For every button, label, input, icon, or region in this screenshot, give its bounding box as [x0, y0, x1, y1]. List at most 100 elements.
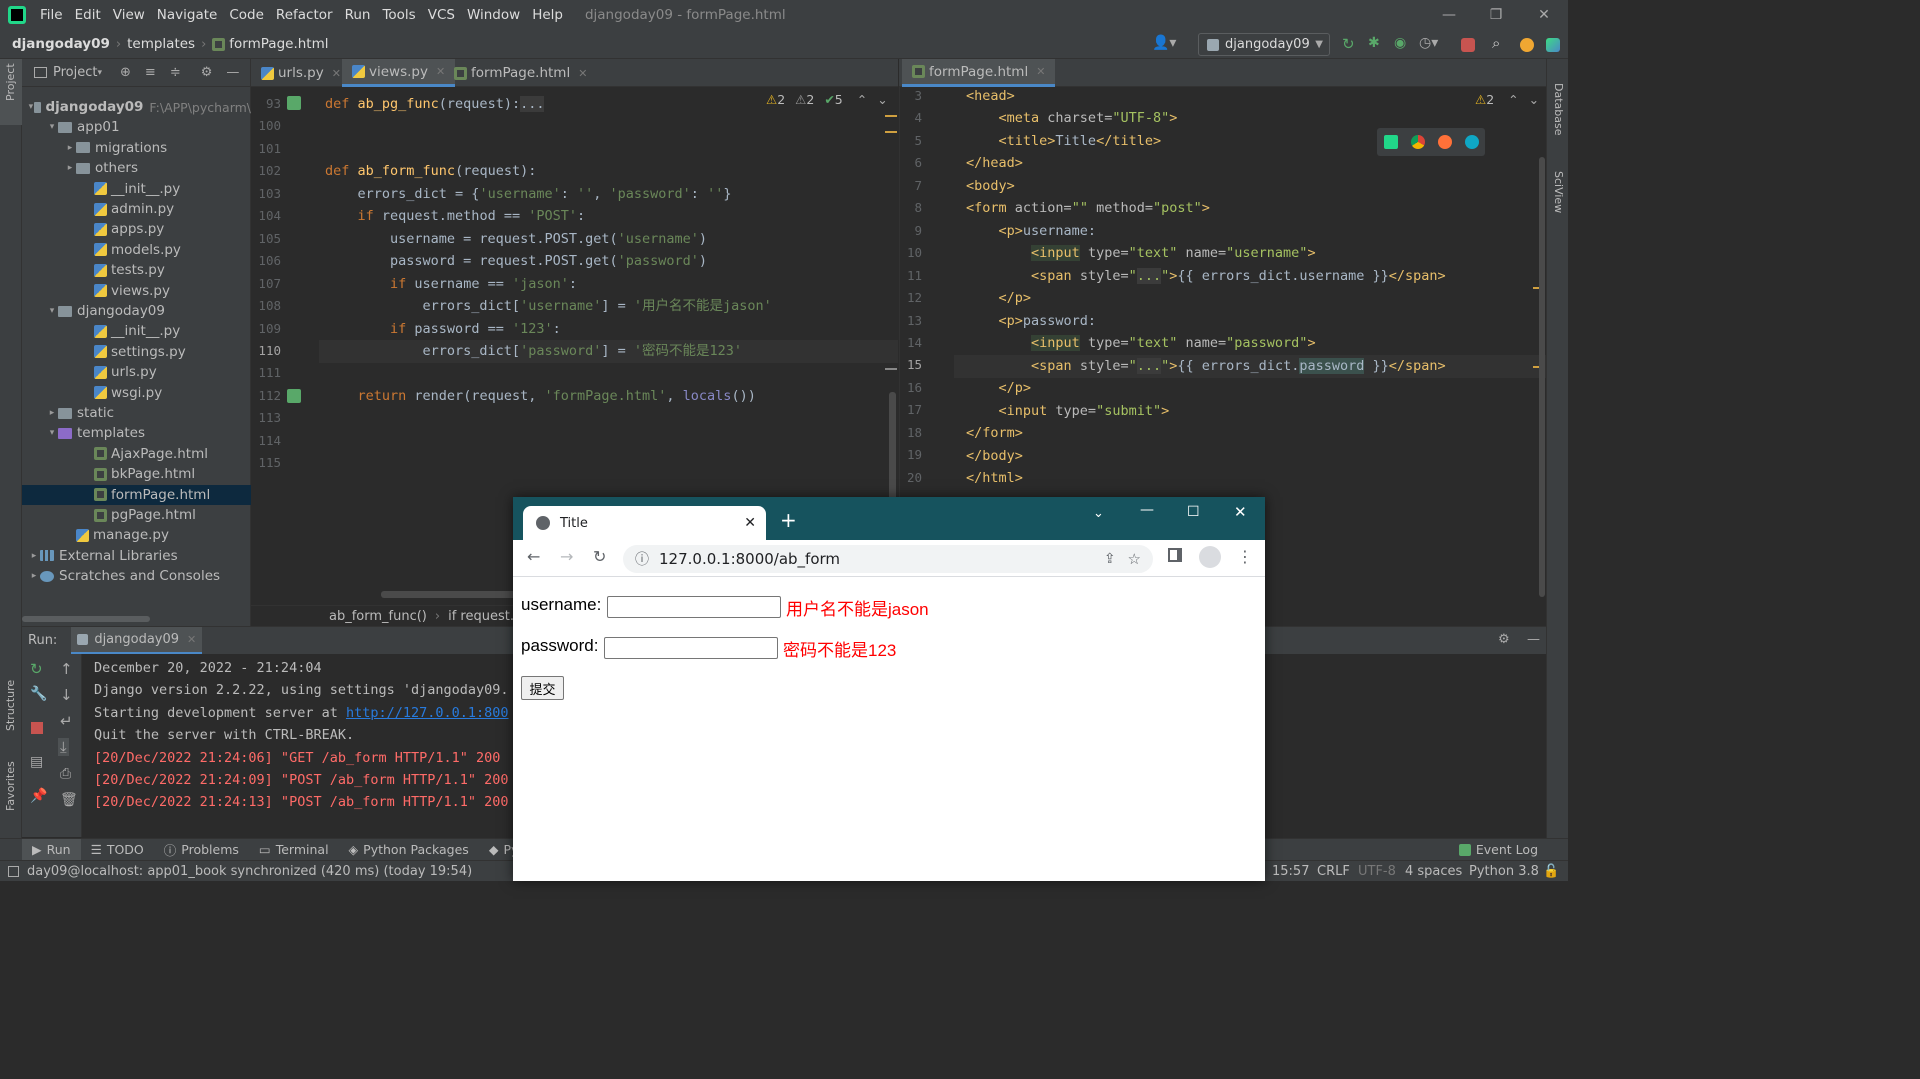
breadcrumb-project[interactable]: djangoday09: [12, 36, 110, 52]
tree-item[interactable]: ▾ djangoday09 F:\APP\pycharm\: [22, 97, 251, 117]
chevron-down-icon[interactable]: ▾: [46, 122, 58, 132]
tree-item[interactable]: ▾ djangoday09: [22, 301, 251, 321]
profile-avatar-icon[interactable]: [1199, 546, 1221, 568]
tool-terminal[interactable]: ▭ Terminal: [249, 842, 339, 857]
stop-icon[interactable]: [1461, 38, 1475, 52]
browser-tab[interactable]: Title ✕: [523, 506, 766, 540]
tree-item[interactable]: models.py: [22, 240, 251, 260]
tool-python-packages[interactable]: ◈ Python Packages: [339, 842, 479, 857]
chevron-down-icon[interactable]: ▾: [46, 306, 58, 316]
lock-icon[interactable]: 🔓: [1543, 864, 1559, 879]
collapse-all-icon[interactable]: ≑: [170, 65, 181, 80]
run-configuration-select[interactable]: djangoday09 ▼: [1198, 33, 1330, 56]
chevron-right-icon[interactable]: ▸: [64, 143, 76, 153]
horizontal-scrollbar[interactable]: [381, 591, 521, 598]
arrow-down-icon[interactable]: ↓: [60, 686, 73, 704]
python-interpreter[interactable]: Python 3.8: [1469, 864, 1539, 879]
close-tab-icon[interactable]: ✕: [332, 67, 341, 80]
tab-formpage-html[interactable]: formPage.html ✕: [902, 59, 1056, 87]
close-window-button[interactable]: ✕: [1521, 0, 1567, 30]
jetbrains-toolbox-icon[interactable]: [1546, 38, 1560, 52]
share-icon[interactable]: ⇪: [1104, 551, 1116, 567]
username-input[interactable]: [607, 596, 781, 618]
gutter-run-icon[interactable]: [287, 389, 301, 403]
tree-item[interactable]: manage.py: [22, 525, 251, 545]
chevron-right-icon[interactable]: ▸: [46, 408, 58, 418]
tab-search-icon[interactable]: ⌄: [1093, 506, 1104, 521]
project-strip-button[interactable]: Project: [0, 59, 22, 125]
edge-icon[interactable]: [1464, 135, 1479, 149]
tree-item[interactable]: __init__.py: [22, 321, 251, 341]
menu-tools[interactable]: Tools: [376, 7, 421, 23]
server-url-link[interactable]: http://127.0.0.1:800: [346, 705, 509, 721]
search-icon[interactable]: ⌕: [1492, 34, 1500, 52]
run-tab-djangoday09[interactable]: djangoday09 ✕: [71, 626, 203, 655]
tab-urls-py[interactable]: urls.py ✕: [251, 59, 351, 87]
menu-navigate[interactable]: Navigate: [151, 7, 224, 23]
menu-refactor[interactable]: Refactor: [270, 7, 339, 23]
inspection-widget[interactable]: ⚠2 ⌃ ⌄: [1475, 92, 1539, 107]
locate-icon[interactable]: ⊕: [120, 65, 131, 80]
tree-item[interactable]: views.py: [22, 281, 251, 301]
tree-item[interactable]: AjaxPage.html: [22, 444, 251, 464]
chevron-down-icon[interactable]: ▾: [28, 102, 34, 112]
tab-formpage-html[interactable]: formPage.html ✕: [444, 59, 597, 87]
minimize-window-button[interactable]: —: [1426, 0, 1472, 30]
chrome-icon[interactable]: [1410, 135, 1425, 149]
menu-help[interactable]: Help: [526, 7, 569, 23]
stop-icon[interactable]: [31, 722, 43, 734]
tree-item[interactable]: __init__.py: [22, 179, 251, 199]
inspection-widget[interactable]: ⚠2 ⚠2 ✔5 ⌃ ⌄: [766, 92, 888, 107]
line-separator[interactable]: CRLF: [1317, 864, 1350, 879]
tool-problems[interactable]: ⓘ Problems: [154, 840, 249, 859]
scroll-to-end-icon[interactable]: ⤓: [58, 738, 69, 756]
tree-item[interactable]: urls.py: [22, 362, 251, 382]
chevron-right-icon[interactable]: ▸: [28, 571, 40, 581]
gear-icon[interactable]: ⚙: [201, 65, 213, 80]
tree-item[interactable]: admin.py: [22, 199, 251, 219]
tree-item[interactable]: ▾ templates: [22, 423, 251, 443]
tree-item[interactable]: ▸ Scratches and Consoles: [22, 566, 251, 586]
close-window-button[interactable]: ✕: [1234, 503, 1247, 521]
maximize-window-button[interactable]: ☐: [1187, 504, 1200, 520]
minimize-window-button[interactable]: —: [1140, 502, 1154, 518]
wrench-icon[interactable]: 🔧: [30, 686, 47, 702]
tree-item[interactable]: ▸ others: [22, 158, 251, 178]
tree-item[interactable]: bkPage.html: [22, 464, 251, 484]
tree-item[interactable]: ▾ app01: [22, 117, 251, 137]
user-icon[interactable]: 👤▾: [1152, 35, 1176, 51]
expand-all-icon[interactable]: ≡: [145, 65, 156, 80]
tree-item[interactable]: ▸ migrations: [22, 138, 251, 158]
database-strip-label[interactable]: Database: [1552, 83, 1565, 136]
rerun-icon[interactable]: ↻: [30, 660, 43, 678]
back-icon[interactable]: ←: [527, 547, 540, 566]
menu-window[interactable]: Window: [461, 7, 526, 23]
chevron-right-icon[interactable]: ▸: [28, 551, 40, 561]
menu-file[interactable]: File: [34, 7, 69, 23]
tab-views-py[interactable]: views.py ✕: [342, 59, 456, 87]
horizontal-scrollbar[interactable]: [22, 616, 150, 622]
tree-item[interactable]: formPage.html: [22, 484, 251, 505]
tree-item[interactable]: tests.py: [22, 260, 251, 280]
more-menu-icon[interactable]: ⋮: [1237, 547, 1253, 566]
vertical-scrollbar[interactable]: [1539, 157, 1545, 597]
soft-wrap-icon[interactable]: ↵: [60, 712, 73, 730]
favorites-strip-label[interactable]: Favorites: [4, 761, 17, 811]
tree-item[interactable]: apps.py: [22, 219, 251, 239]
side-panel-icon[interactable]: [1168, 548, 1182, 562]
chevron-right-icon[interactable]: ▸: [64, 163, 76, 173]
tree-item[interactable]: ▸ static: [22, 403, 251, 423]
info-icon[interactable]: ⓘ: [635, 549, 649, 569]
tree-item[interactable]: settings.py: [22, 342, 251, 362]
rerun-icon[interactable]: ↻: [1342, 35, 1355, 53]
tool-run[interactable]: ▶ Run: [22, 838, 81, 861]
project-view-select[interactable]: Project: [53, 65, 97, 80]
arrow-up-icon[interactable]: ↑: [60, 660, 73, 678]
print-icon[interactable]: ⎙: [60, 766, 71, 782]
menu-code[interactable]: Code: [223, 7, 270, 23]
forward-icon[interactable]: →: [560, 547, 573, 566]
chevron-down-icon[interactable]: ▾: [46, 428, 58, 438]
tree-item[interactable]: pgPage.html: [22, 505, 251, 525]
file-encoding[interactable]: UTF-8: [1358, 864, 1396, 879]
menu-vcs[interactable]: VCS: [422, 7, 461, 23]
